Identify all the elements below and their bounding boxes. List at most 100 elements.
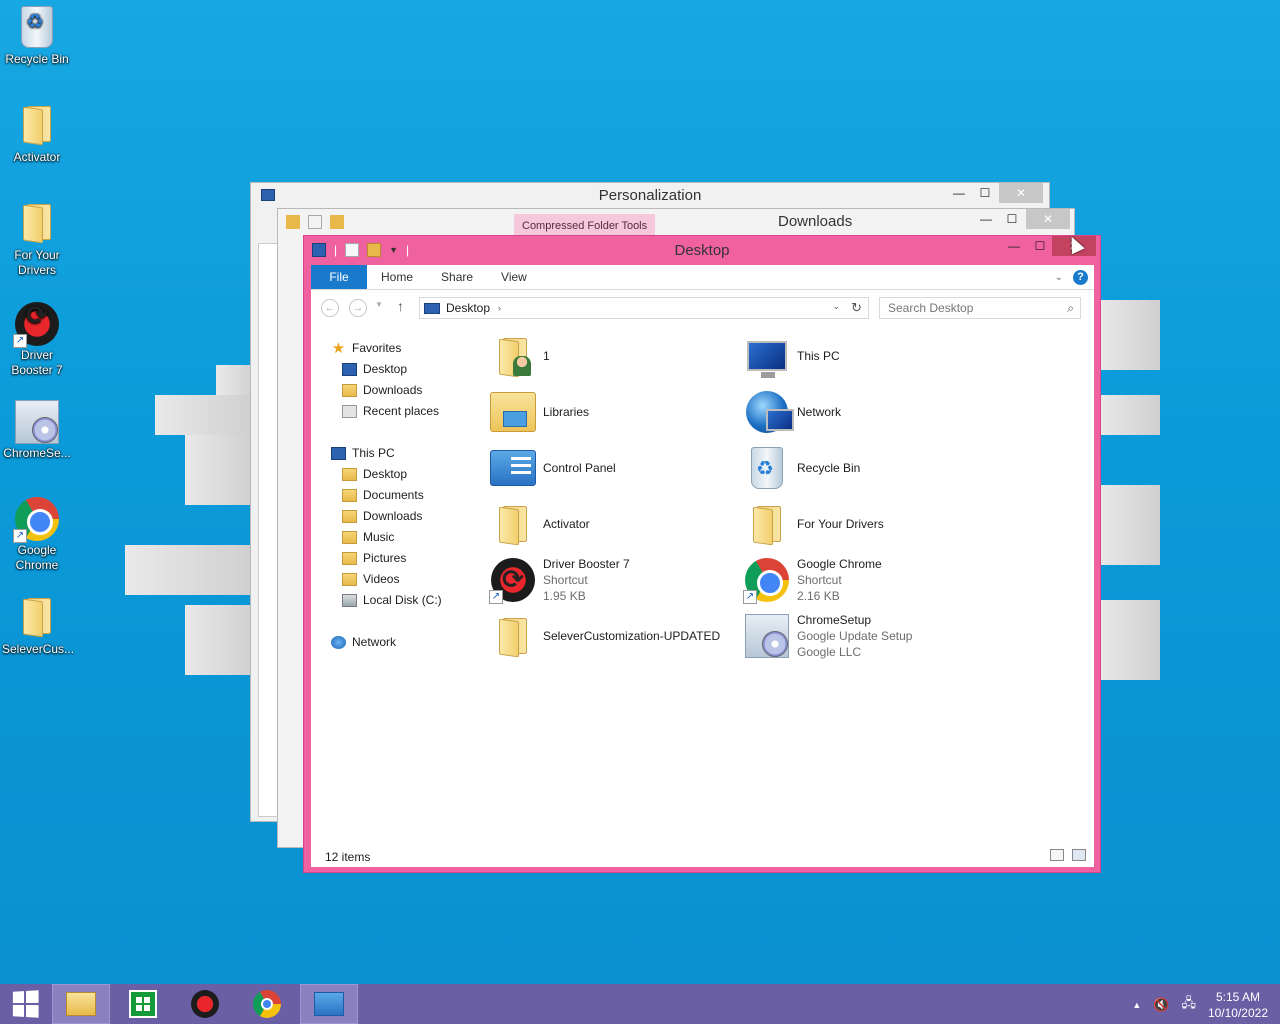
taskbar-file-explorer[interactable] [52,984,110,1024]
search-placeholder: Search Desktop [888,301,974,315]
folder-icon [21,202,53,244]
clock[interactable]: 5:15 AM 10/10/2022 [1208,989,1268,1021]
item-name: 1 [543,349,550,363]
personalization-titlebar[interactable]: Personalization — ☐ ✕ [251,183,1049,209]
file-item-for-your-drivers[interactable]: For Your Drivers [743,498,884,550]
status-bar: 12 items [311,846,1094,867]
tab-share[interactable]: Share [427,265,487,289]
nav-pc-videos[interactable]: Videos [342,569,399,589]
folder-icon [342,467,357,481]
tab-view[interactable]: View [487,265,541,289]
file-item-chrome-setup[interactable]: ChromeSetup Google Update Setup Google L… [743,610,912,662]
file-item-recycle-bin[interactable]: Recycle Bin [743,442,860,494]
desktop-icon-selever[interactable]: SeleverCus... [2,596,74,657]
minimize-button[interactable]: — [945,183,973,203]
file-item-driver-booster[interactable]: ↗ Driver Booster 7 Shortcut 1.95 KB [489,554,630,606]
taskbar-store[interactable] [114,984,172,1024]
address-dropdown-chevron-icon[interactable]: ⌄ [832,301,840,312]
clock-time: 5:15 AM [1215,990,1260,1004]
desktop-icon-chrome-setup[interactable]: ChromeSe... [2,400,72,461]
minimize-button[interactable]: — [1000,236,1028,256]
recycle-bin-icon [21,6,53,48]
maximize-button[interactable]: ☐ [998,209,1026,229]
file-item-selever[interactable]: SeleverCustomization-UPDATED [489,610,720,662]
large-icons-view-icon[interactable] [1072,849,1086,861]
maximize-button[interactable]: ☐ [971,183,999,203]
details-view-icon[interactable] [1050,849,1064,861]
taskbar-chrome[interactable] [238,984,296,1024]
file-item-this-pc[interactable]: This PC [743,330,840,382]
nav-pc-music[interactable]: Music [342,527,394,547]
nav-fav-desktop[interactable]: Desktop [342,359,407,379]
file-item-network[interactable]: Network [743,386,841,438]
nav-pc-downloads[interactable]: Downloads [342,506,422,526]
nav-pc-local-disk[interactable]: Local Disk (C:) [342,590,442,610]
taskbar-control-panel[interactable] [300,984,358,1024]
network-status-icon[interactable]: 🖧 [1181,994,1196,1016]
desktop-icon-driver-booster[interactable]: ↗ Driver Booster 7 [2,302,72,378]
nav-label: This PC [352,446,395,460]
nav-network[interactable]: Network [331,632,396,652]
nav-this-pc[interactable]: This PC [331,443,395,463]
volume-muted-icon[interactable]: 🔇 [1153,997,1169,1013]
folder-icon [751,504,783,546]
nav-pc-desktop[interactable]: Desktop [342,464,407,484]
nav-fav-downloads[interactable]: Downloads [342,380,422,400]
clock-date: 10/10/2022 [1207,1006,1268,1020]
compressed-folder-tools-tab[interactable]: Compressed Folder Tools [514,214,656,235]
setup-icon [15,400,59,444]
item-name: Network [797,405,842,419]
tab-file[interactable]: File [311,265,367,289]
desktop-titlebar[interactable]: | ▼ | Desktop — ☐ ✕ [304,236,1100,265]
desktop-icon-for-your-drivers[interactable]: For Your Drivers [2,202,72,278]
store-icon [129,990,157,1018]
desktop-icon-activator[interactable]: Activator [2,104,72,165]
item-name: ChromeSetup [797,613,872,627]
nav-label: Downloads [363,509,423,523]
close-button[interactable]: ✕ [1026,209,1070,229]
navigation-pane: ★ Favorites Desktop Downloads Recent plac… [311,326,483,846]
nav-pc-pictures[interactable]: Pictures [342,548,406,568]
back-button[interactable]: ← [321,299,339,317]
recent-locations-chevron-icon[interactable]: ▼ [375,300,383,309]
downloads-titlebar[interactable]: Compressed Folder Tools Downloads — ☐ ✕ [278,209,1074,235]
tab-home[interactable]: Home [367,265,427,289]
close-button[interactable]: ✕ [999,183,1043,203]
breadcrumb-chevron-icon[interactable]: › [498,303,501,313]
recycle-bin-icon [751,447,783,489]
start-button[interactable] [0,984,50,1024]
this-pc-icon [747,341,787,378]
forward-button[interactable]: → [349,299,367,317]
file-item-activator[interactable]: Activator [489,498,590,550]
network-icon [746,391,794,433]
nav-label: Downloads [363,383,423,397]
help-icon[interactable]: ? [1073,270,1088,285]
nav-pc-documents[interactable]: Documents [342,485,424,505]
file-item-control-panel[interactable]: Control Panel [489,442,616,494]
file-item-libraries[interactable]: Libraries [489,386,589,438]
folder-icon [497,616,529,658]
refresh-icon[interactable]: ↻ [851,300,862,316]
search-icon[interactable]: ⌕ [1067,298,1074,318]
file-item-google-chrome[interactable]: ↗ Google Chrome Shortcut 2.16 KB [743,554,882,606]
folder-icon [286,215,300,229]
nav-label: Pictures [363,551,407,565]
expand-ribbon-chevron-icon[interactable]: ⌄ [1055,272,1063,283]
maximize-button[interactable]: ☐ [1026,236,1054,256]
address-text: Desktop [446,301,491,315]
desktop-icon-label: ChromeSe... [3,446,71,460]
up-button[interactable]: ↑ [397,298,404,314]
search-input[interactable]: Search Desktop ⌕ [879,297,1081,319]
file-item-1[interactable]: 1 [489,330,550,382]
nav-fav-recent[interactable]: Recent places [342,401,439,421]
nav-favorites[interactable]: ★ Favorites [331,338,402,358]
desktop-icon-label: Recycle Bin [5,52,69,66]
desktop-icon-google-chrome[interactable]: ↗ Google Chrome [2,497,72,573]
show-hidden-icons-chevron-icon[interactable]: ▲ [1132,1000,1141,1010]
desktop-explorer-window[interactable]: | ▼ | Desktop — ☐ ✕ File Home Share View… [303,235,1101,873]
minimize-button[interactable]: — [972,209,1000,229]
item-name: Activator [543,517,590,531]
desktop-icon-recycle-bin[interactable]: Recycle Bin [2,6,72,67]
address-bar[interactable]: Desktop › ⌄ ↻ [419,297,869,319]
taskbar-driver-booster[interactable] [176,984,234,1024]
